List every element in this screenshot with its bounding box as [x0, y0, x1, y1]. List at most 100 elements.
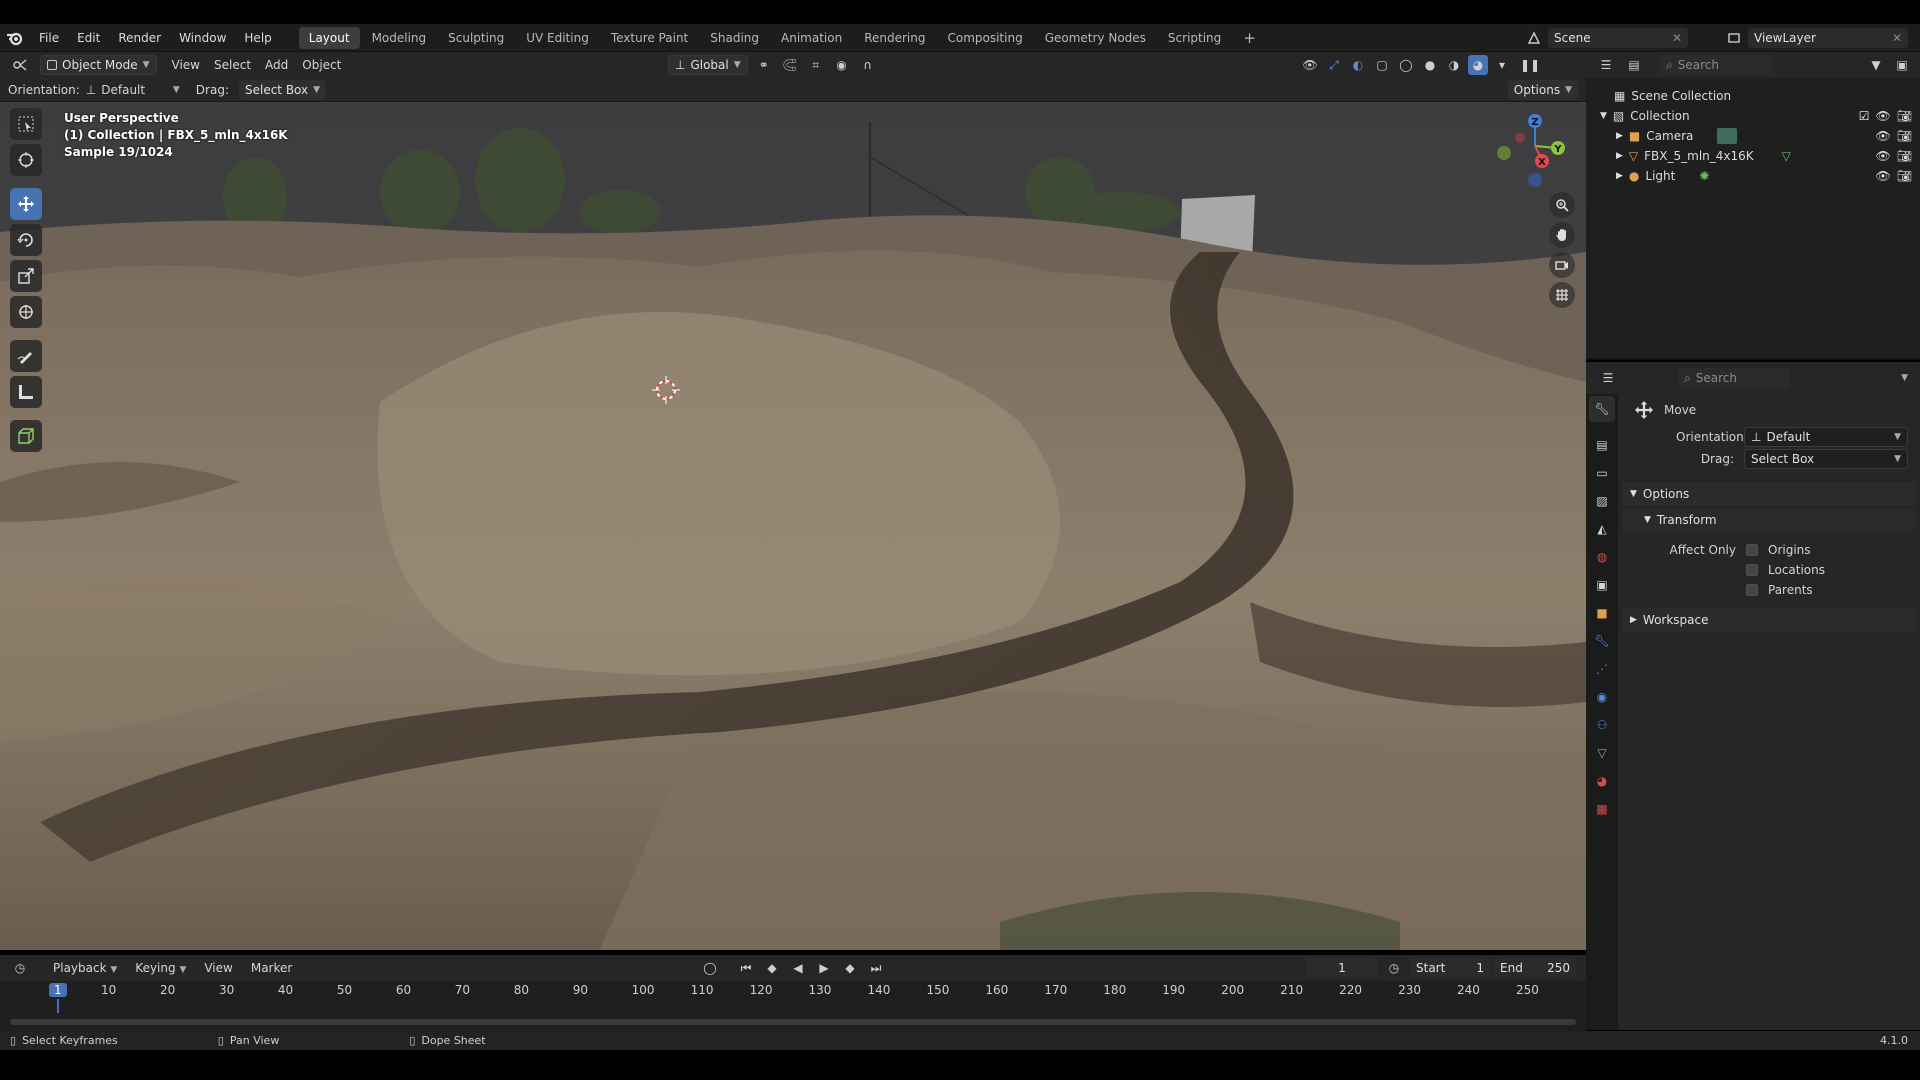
timeline-editor-icon[interactable]: ◷	[10, 958, 30, 978]
preview-range-icon[interactable]: ◷	[1384, 958, 1404, 978]
end-frame-field[interactable]: End 250	[1494, 958, 1576, 978]
tab-physics[interactable]: ◉	[1589, 684, 1615, 710]
view-layer-field[interactable]: ViewLayer ✕	[1748, 27, 1908, 48]
cursor-tool[interactable]	[10, 144, 42, 176]
options-dropdown[interactable]: Options ▼	[1507, 79, 1578, 100]
add-cube-tool[interactable]	[10, 420, 42, 452]
menu-marker[interactable]: Marker	[244, 961, 299, 975]
snap-icon[interactable]: 🧲︎	[780, 55, 800, 75]
collection-row[interactable]: ▼ ▧ Collection ☑ 👁︎ 📷︎	[1586, 106, 1920, 126]
menu-file[interactable]: File	[30, 24, 68, 52]
menu-view[interactable]: View	[165, 58, 207, 72]
tab-layout[interactable]: Layout	[298, 26, 360, 49]
exclude-checkbox-icon[interactable]: ☑	[1859, 109, 1870, 123]
menu-window[interactable]: Window	[170, 24, 235, 52]
tab-collection[interactable]: ▣	[1589, 572, 1615, 598]
chevron-down-icon[interactable]: ▼	[1600, 111, 1607, 121]
parents-checkbox[interactable]	[1746, 584, 1758, 596]
pause-render-icon[interactable]: ❚❚	[1520, 55, 1540, 75]
3d-viewport[interactable]: User Perspective (1) Collection | FBX_5_…	[0, 102, 1586, 950]
menu-help[interactable]: Help	[235, 24, 280, 52]
select-box-tool[interactable]	[10, 108, 42, 140]
solid-shading-icon[interactable]: ●	[1420, 55, 1440, 75]
pivot-point-icon[interactable]: ⚭	[754, 55, 774, 75]
play-icon[interactable]: ▶	[814, 958, 834, 978]
menu-select[interactable]: Select	[207, 58, 258, 72]
wireframe-shading-icon[interactable]: ◯	[1396, 55, 1416, 75]
tab-output[interactable]: ▭	[1589, 460, 1615, 486]
outliner-search-input[interactable]: ⌕ Search	[1660, 55, 1772, 75]
tab-animation[interactable]: Animation	[771, 27, 852, 49]
tab-material[interactable]: ◕	[1589, 768, 1615, 794]
transform-panel-header[interactable]: ▼ Transform	[1622, 508, 1916, 532]
tab-data[interactable]: ▽	[1589, 740, 1615, 766]
workspace-panel-header[interactable]: ▶ Workspace	[1622, 608, 1916, 632]
navigation-gizmo[interactable]: Z Y X	[1490, 108, 1570, 188]
prev-keyframe-icon[interactable]: ◆	[762, 958, 782, 978]
mesh-data-icon[interactable]: ▽	[1782, 149, 1791, 163]
orientation-dropdown[interactable]: ⊥ Default ▼	[86, 83, 180, 97]
jump-start-icon[interactable]: ⏮	[736, 958, 756, 978]
scale-tool[interactable]	[10, 260, 42, 292]
move-tool[interactable]	[10, 188, 42, 220]
snap-target-icon[interactable]: ⌗	[806, 55, 826, 75]
jump-end-icon[interactable]: ⏭	[866, 958, 886, 978]
visibility-icon[interactable]: 👁︎	[1300, 55, 1320, 75]
drag-dropdown[interactable]: Select Box ▼	[1744, 449, 1908, 469]
menu-add[interactable]: Add	[258, 58, 295, 72]
tab-modeling[interactable]: Modeling	[362, 27, 437, 49]
new-collection-icon[interactable]: ▣	[1892, 55, 1912, 75]
gizmo-toggle-icon[interactable]: ⤢	[1324, 55, 1344, 75]
blender-logo-icon[interactable]	[0, 24, 30, 52]
view-layer-icon[interactable]	[1724, 28, 1744, 48]
tab-render[interactable]: ▤	[1589, 432, 1615, 458]
play-reverse-icon[interactable]: ◀	[788, 958, 808, 978]
scene-field[interactable]: Scene ✕	[1548, 27, 1688, 48]
start-frame-field[interactable]: Start 1	[1410, 958, 1490, 978]
timeline[interactable]: 1 10 20 30 40 50 60 70 80 90 100 110 120 130 140 150 160…	[0, 981, 1586, 1031]
tab-constraints[interactable]: ⚇	[1589, 712, 1615, 738]
close-icon[interactable]: ✕	[1672, 31, 1682, 45]
light-data-icon[interactable]: ✺	[1699, 169, 1709, 183]
annotate-tool[interactable]	[10, 340, 42, 372]
chevron-right-icon[interactable]: ▶	[1616, 171, 1623, 181]
camera-render-icon[interactable]: 📷︎	[1897, 169, 1912, 183]
overlay-toggle-icon[interactable]: ◐	[1348, 55, 1368, 75]
tab-rendering[interactable]: Rendering	[854, 27, 935, 49]
shading-options-icon[interactable]: ▾	[1492, 55, 1512, 75]
camera-render-icon[interactable]: 📷︎	[1897, 109, 1912, 123]
tab-sculpting[interactable]: Sculpting	[438, 27, 514, 49]
outliner-item[interactable]: ▶ ■ Camera 👁︎ 📷︎	[1586, 126, 1920, 146]
close-icon[interactable]: ✕	[1892, 31, 1902, 45]
tab-compositing[interactable]: Compositing	[937, 27, 1032, 49]
material-shading-icon[interactable]: ◑	[1444, 55, 1464, 75]
camera-view-icon[interactable]	[1549, 252, 1575, 278]
tab-shading[interactable]: Shading	[700, 27, 769, 49]
scene-icon[interactable]	[1524, 28, 1544, 48]
properties-editor-icon[interactable]: ☰	[1598, 368, 1618, 388]
display-mode-icon[interactable]: ▤	[1624, 55, 1644, 75]
menu-playback[interactable]: Playback ▼	[46, 961, 124, 975]
tab-scene[interactable]: ◭	[1589, 516, 1615, 542]
filter-icon[interactable]: ▼	[1866, 55, 1886, 75]
eye-icon[interactable]: 👁︎	[1876, 169, 1891, 183]
auto-keying-icon[interactable]: ◯	[700, 958, 720, 978]
eye-icon[interactable]: 👁︎	[1876, 129, 1891, 143]
tab-tool[interactable]: 🔧︎	[1589, 396, 1615, 422]
camera-render-icon[interactable]: 📷︎	[1897, 149, 1912, 163]
tab-view-layer[interactable]: ▨	[1589, 488, 1615, 514]
chevron-right-icon[interactable]: ▶	[1616, 151, 1623, 161]
tab-world[interactable]: ◍	[1589, 544, 1615, 570]
tab-geometry-nodes[interactable]: Geometry Nodes	[1035, 27, 1156, 49]
menu-keying[interactable]: Keying ▼	[128, 961, 193, 975]
locations-checkbox[interactable]	[1746, 564, 1758, 576]
current-frame-marker[interactable]: 1	[49, 983, 67, 997]
chevron-right-icon[interactable]: ▶	[1616, 131, 1623, 141]
outliner-item[interactable]: ▶ ▽ FBX_5_mln_4x16K ▽ 👁︎ 📷︎	[1586, 146, 1920, 166]
transform-orientation-dropdown[interactable]: ⊥ Global ▼	[668, 55, 748, 75]
tab-texture-paint[interactable]: Texture Paint	[601, 27, 698, 49]
rotate-tool[interactable]	[10, 224, 42, 256]
tab-modifiers[interactable]: 🔧︎	[1589, 628, 1615, 654]
timeline-scrollbar[interactable]	[10, 1019, 1576, 1025]
camera-render-icon[interactable]: 📷︎	[1897, 129, 1912, 143]
